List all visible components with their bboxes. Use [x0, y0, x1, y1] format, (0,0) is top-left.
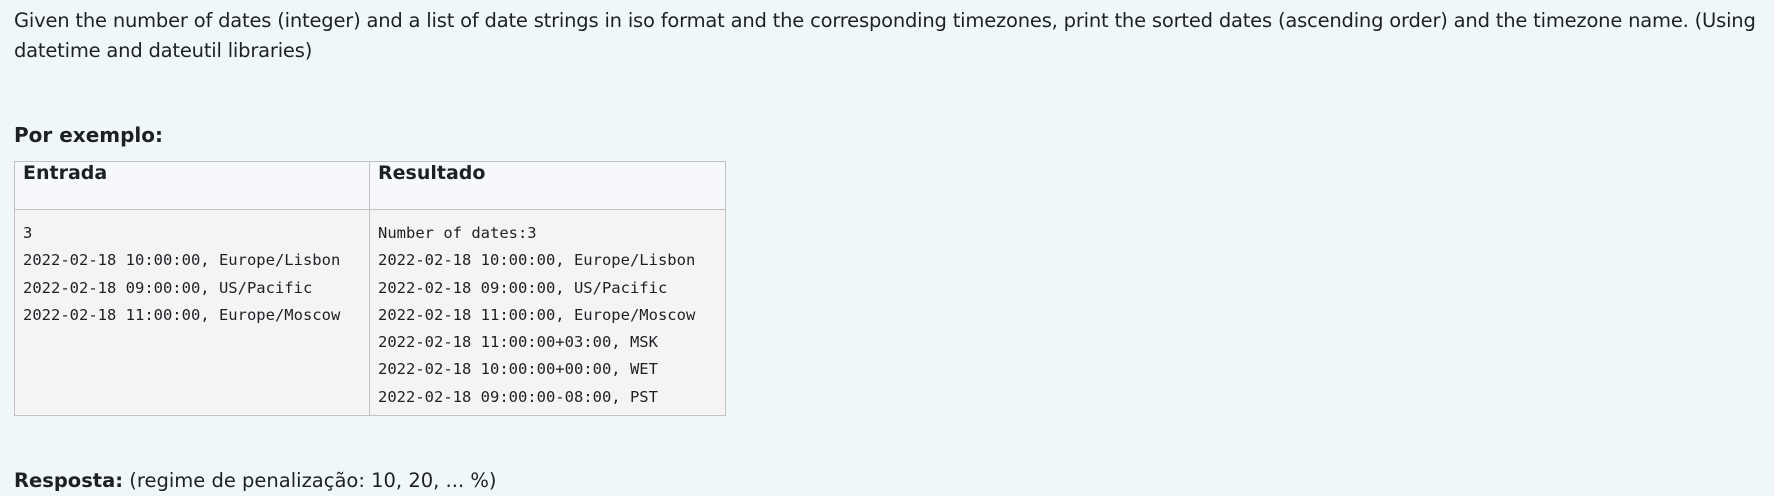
column-header-input: Entrada	[14, 161, 370, 210]
answer-line: Resposta: (regime de penalização: 10, 20…	[14, 466, 496, 496]
table-row: 3 2022-02-18 10:00:00, Europe/Lisbon 202…	[14, 209, 726, 416]
output-code-block: Number of dates:3 2022-02-18 10:00:00, E…	[370, 210, 725, 411]
example-table: Entrada Resultado 3 2022-02-18 10:00:00,…	[14, 161, 726, 416]
output-cell: Number of dates:3 2022-02-18 10:00:00, E…	[369, 209, 726, 416]
column-header-output: Resultado	[369, 161, 726, 210]
input-code-block: 3 2022-02-18 10:00:00, Europe/Lisbon 202…	[15, 210, 369, 329]
code-line: 2022-02-18 11:00:00+03:00, MSK	[378, 333, 658, 352]
code-line: 2022-02-18 09:00:00, US/Pacific	[378, 278, 668, 297]
code-line: 2022-02-18 09:00:00, US/Pacific	[23, 278, 313, 297]
code-line: 2022-02-18 09:00:00-08:00, PST	[378, 387, 658, 406]
input-cell: 3 2022-02-18 10:00:00, Europe/Lisbon 202…	[14, 209, 370, 416]
example-heading: Por exemplo:	[14, 123, 164, 147]
code-line: 2022-02-18 10:00:00, Europe/Lisbon	[23, 251, 341, 270]
answer-label: Resposta:	[14, 469, 124, 492]
code-line: 2022-02-18 11:00:00, Europe/Moscow	[23, 305, 341, 324]
question-text: Given the number of dates (integer) and …	[14, 9, 1756, 62]
penalty-regime-text: (regime de penalização: 10, 20, ... %)	[129, 469, 497, 492]
code-line: 2022-02-18 11:00:00, Europe/Moscow	[378, 305, 696, 324]
table-header-row: Entrada Resultado	[14, 161, 726, 210]
code-line: 2022-02-18 10:00:00, Europe/Lisbon	[378, 251, 696, 270]
code-line: Number of dates:3	[378, 224, 537, 242]
code-line: 2022-02-18 10:00:00+00:00, WET	[378, 360, 658, 379]
code-line: 3	[23, 224, 33, 242]
